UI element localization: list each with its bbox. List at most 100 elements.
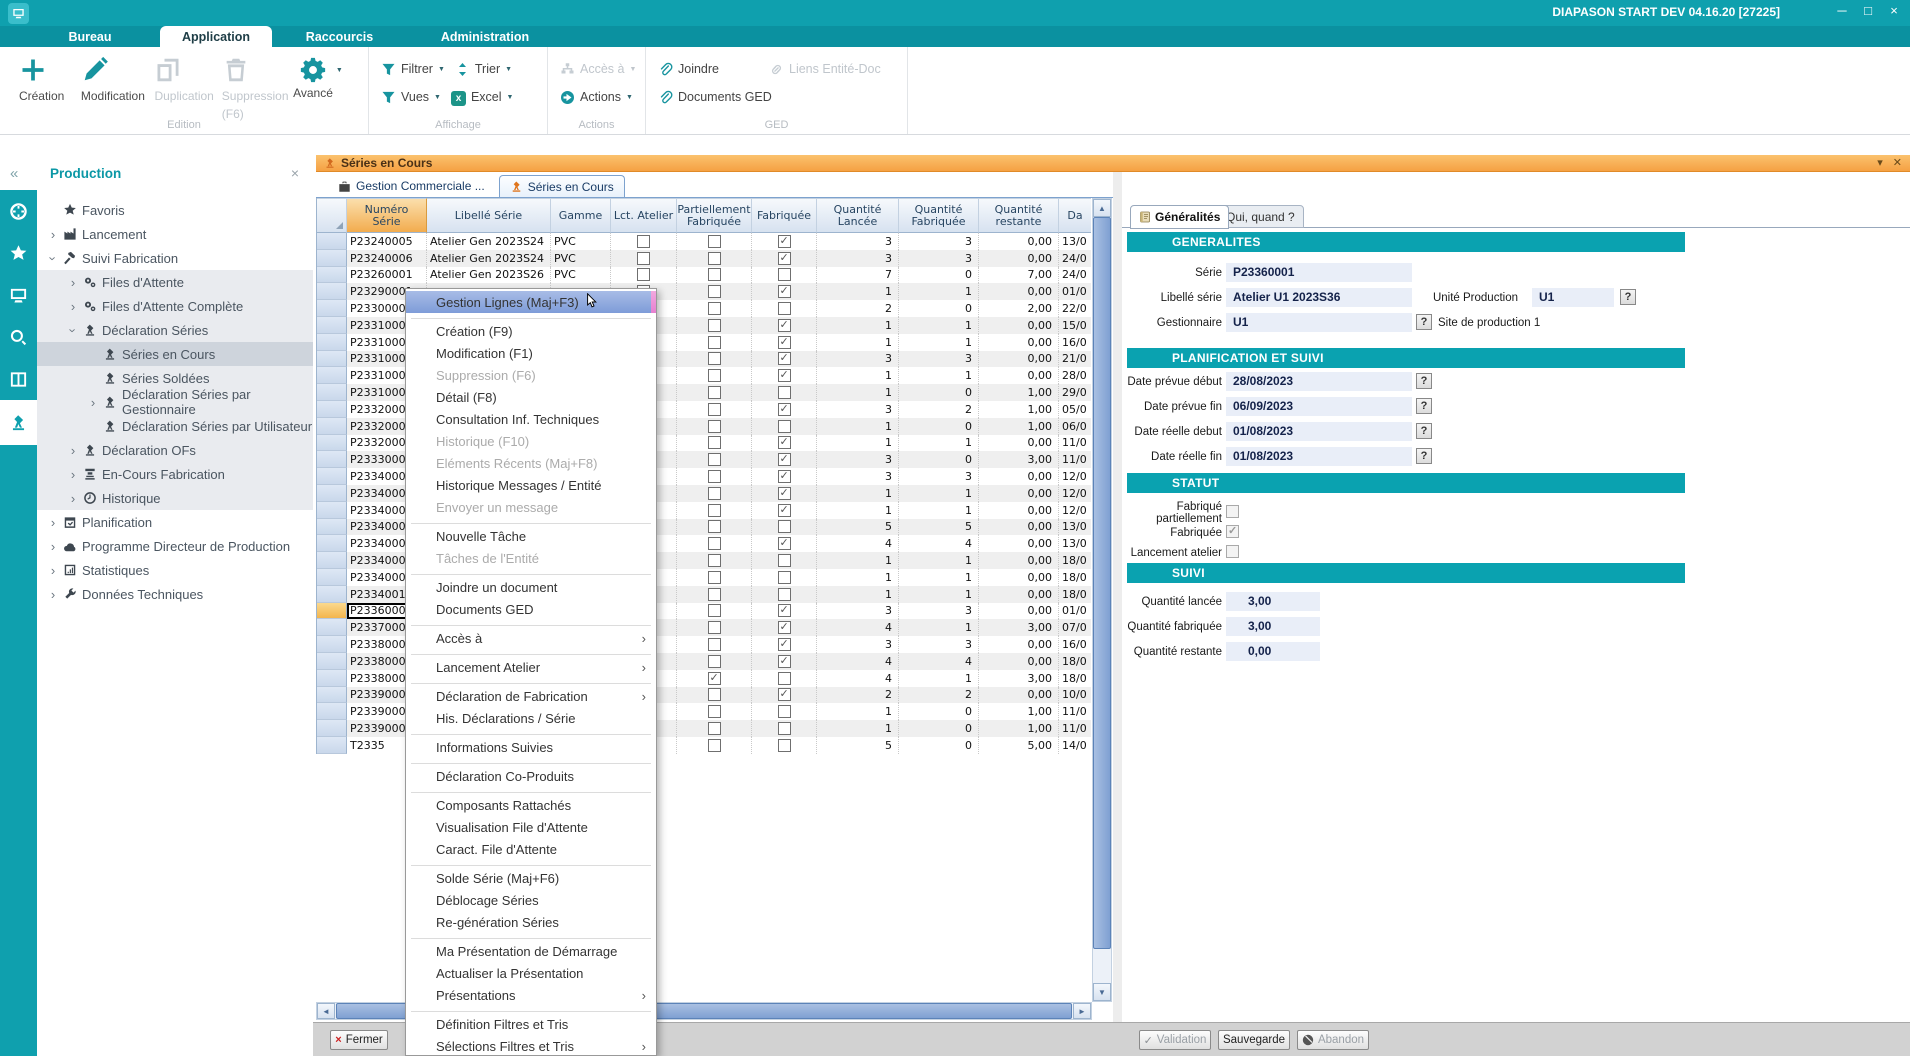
tree-item[interactable]: Statistiques (37, 558, 313, 582)
cell-quantite-fabriquee[interactable]: 0 (899, 300, 979, 317)
cell-fabriquee[interactable] (752, 703, 817, 720)
checkbox[interactable] (708, 252, 721, 265)
tree-expand-icon[interactable] (65, 443, 81, 458)
context-menu-item[interactable]: Lancement Atelier › (406, 656, 656, 678)
checkbox[interactable] (778, 504, 791, 517)
context-menu-item[interactable]: Ma Présentation de Démarrage › (406, 940, 656, 962)
cell-quantite-restante[interactable]: 1,00 (979, 720, 1059, 737)
cell-quantite-restante[interactable]: 0,00 (979, 535, 1059, 552)
cell-numero-serie[interactable]: P23260001 (347, 267, 427, 284)
context-menu-item[interactable]: › (406, 787, 656, 794)
row-selector[interactable] (317, 435, 347, 452)
row-selector[interactable] (317, 569, 347, 586)
cell-partiellement-fabriquee[interactable] (677, 703, 752, 720)
scroll-up-icon[interactable]: ▲ (1093, 199, 1111, 217)
cell-quantite-lancee[interactable]: 1 (817, 586, 899, 603)
cell-fabriquee[interactable] (752, 586, 817, 603)
tab-generalites[interactable]: Généralités (1130, 205, 1229, 229)
cell-quantite-restante[interactable]: 0,00 (979, 317, 1059, 334)
cell-quantite-restante[interactable]: 0,00 (979, 687, 1059, 704)
cell-quantite-restante[interactable]: 0,00 (979, 502, 1059, 519)
maximize-icon[interactable]: □ (1860, 3, 1876, 18)
checkbox[interactable] (778, 688, 791, 701)
cell-libelle-serie[interactable]: Atelier Gen 2023S24 (427, 250, 551, 267)
cell-quantite-fabriquee[interactable]: 1 (899, 435, 979, 452)
cell-date[interactable]: 11/0 (1059, 720, 1091, 737)
cell-partiellement-fabriquee[interactable] (677, 485, 752, 502)
sauvegarde-button[interactable]: Sauvegarde (1218, 1030, 1290, 1050)
table-row[interactable]: P23240006 Atelier Gen 2023S24 PVC 3 3 0,… (317, 250, 1091, 267)
checkbox[interactable] (708, 672, 721, 685)
cell-quantite-fabriquee[interactable]: 1 (899, 367, 979, 384)
checkbox[interactable] (778, 520, 791, 533)
column-header[interactable]: Quantité Lancée (817, 198, 899, 233)
cell-date[interactable]: 12/0 (1059, 485, 1091, 502)
row-selector[interactable] (317, 401, 347, 418)
context-menu-item[interactable]: His. Déclarations / Série › (406, 707, 656, 729)
cell-date[interactable]: 24/0 (1059, 250, 1091, 267)
cell-fabriquee[interactable] (752, 552, 817, 569)
checkbox[interactable] (778, 588, 791, 601)
cell-quantite-lancee[interactable]: 2 (817, 687, 899, 704)
checkbox[interactable] (708, 470, 721, 483)
cell-quantite-lancee[interactable]: 1 (817, 552, 899, 569)
cell-quantite-restante[interactable]: 3,00 (979, 451, 1059, 468)
cell-date[interactable]: 18/0 (1059, 569, 1091, 586)
checkbox[interactable] (708, 403, 721, 416)
context-menu-item[interactable]: › (406, 569, 656, 576)
tree-expand-icon[interactable] (45, 227, 61, 242)
cell-numero-serie[interactable]: P23240006 (347, 250, 427, 267)
cell-date[interactable]: 13/0 (1059, 519, 1091, 536)
context-menu-item[interactable]: Historique (F10) › (406, 430, 656, 452)
cell-quantite-fabriquee[interactable]: 2 (899, 687, 979, 704)
context-menu-item[interactable]: Envoyer un message › (406, 496, 656, 518)
cell-quantite-restante[interactable]: 0,00 (979, 485, 1059, 502)
ribbon-button[interactable]: Liens Entité-Doc (769, 59, 881, 79)
tree-expand-icon[interactable] (65, 275, 81, 290)
tree-item[interactable]: Déclaration Séries par Gestionnaire (37, 390, 313, 414)
row-selector[interactable] (317, 334, 347, 351)
strip-icon[interactable] (0, 400, 37, 445)
checkbox[interactable] (778, 235, 791, 248)
row-selector[interactable] (317, 703, 347, 720)
cell-lct-atelier[interactable] (611, 250, 677, 267)
column-header[interactable]: Fabriquée (752, 198, 817, 233)
checkbox[interactable] (778, 487, 791, 500)
row-selector[interactable] (317, 603, 347, 620)
ribbon-button[interactable]: Documents GED (658, 87, 772, 107)
context-menu-item[interactable]: › (406, 678, 656, 685)
cell-fabriquee[interactable] (752, 317, 817, 334)
cell-quantite-restante[interactable]: 0,00 (979, 636, 1059, 653)
checkbox[interactable] (778, 403, 791, 416)
row-selector[interactable] (317, 535, 347, 552)
cell-partiellement-fabriquee[interactable] (677, 569, 752, 586)
cell-quantite-lancee[interactable]: 3 (817, 603, 899, 620)
cell-fabriquee[interactable] (752, 418, 817, 435)
checkbox[interactable] (708, 319, 721, 332)
context-menu-item[interactable]: Modification (F1) › (406, 342, 656, 364)
cell-quantite-restante[interactable]: 0,00 (979, 334, 1059, 351)
cell-quantite-lancee[interactable]: 3 (817, 233, 899, 250)
context-menu-item[interactable]: Suppression (F6) › (406, 364, 656, 386)
tree-item[interactable]: Programme Directeur de Production (37, 534, 313, 558)
tree-item[interactable]: Favoris (37, 198, 313, 222)
cell-quantite-fabriquee[interactable]: 0 (899, 451, 979, 468)
document-tab[interactable]: Gestion Commerciale ... (328, 175, 495, 197)
ribbon-button[interactable]: x Excel ▼ (451, 87, 514, 107)
sidebar-close-icon[interactable]: × (291, 165, 299, 181)
cell-quantite-lancee[interactable]: 1 (817, 384, 899, 401)
cell-gamme[interactable]: PVC (551, 250, 611, 267)
row-selector[interactable] (317, 653, 347, 670)
cell-fabriquee[interactable] (752, 569, 817, 586)
context-menu-item[interactable]: Eléments Récents (Maj+F8) › (406, 452, 656, 474)
column-header[interactable]: Numéro Série (347, 198, 427, 233)
cell-fabriquee[interactable] (752, 468, 817, 485)
cell-libelle-serie[interactable]: Atelier Gen 2023S26 (427, 267, 551, 284)
strip-icon[interactable] (0, 274, 37, 316)
cell-quantite-restante[interactable]: 2,00 (979, 300, 1059, 317)
row-selector[interactable] (317, 737, 347, 754)
cell-fabriquee[interactable] (752, 603, 817, 620)
context-menu-item[interactable]: › (406, 758, 656, 765)
checkbox[interactable] (778, 739, 791, 752)
quantite-lancee-field[interactable]: 3,00 (1226, 592, 1320, 611)
